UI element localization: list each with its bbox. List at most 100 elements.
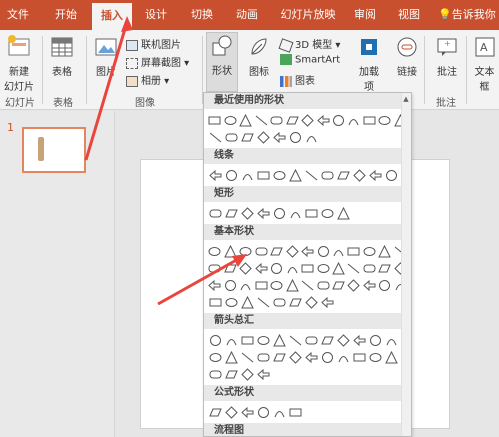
shape-icon[interactable]: [269, 244, 284, 260]
shape-icon[interactable]: [255, 206, 271, 222]
shape-icon[interactable]: [269, 261, 284, 277]
shape-icon[interactable]: [335, 206, 351, 222]
shape-icon[interactable]: [362, 261, 377, 277]
slide-thumbnail[interactable]: [22, 127, 86, 173]
scroll-up-icon[interactable]: ▲: [402, 95, 410, 103]
shape-icon[interactable]: [255, 295, 271, 311]
shape-icon[interactable]: [377, 113, 392, 129]
shape-icon[interactable]: [239, 168, 255, 184]
shape-icon[interactable]: [377, 278, 392, 294]
oval-shape-icon[interactable]: [238, 244, 253, 260]
picture-button[interactable]: 图片: [92, 34, 120, 78]
shape-icon[interactable]: [284, 278, 299, 294]
shape-icon[interactable]: [207, 113, 222, 129]
shape-icon[interactable]: [223, 405, 239, 421]
shape-icon[interactable]: [207, 244, 222, 260]
album-button[interactable]: 相册 ▾: [126, 72, 169, 87]
shape-icon[interactable]: [271, 405, 287, 421]
shape-icon[interactable]: [271, 130, 287, 146]
shape-icon[interactable]: [331, 113, 346, 129]
shape-icon[interactable]: [284, 244, 299, 260]
shape-icon[interactable]: [222, 261, 237, 277]
shape-icon[interactable]: [223, 350, 239, 366]
shape-icon[interactable]: [351, 168, 367, 184]
shape-icon[interactable]: [255, 168, 271, 184]
tab-review[interactable]: 审阅: [350, 0, 380, 30]
shape-icon[interactable]: [255, 405, 271, 421]
tab-transitions[interactable]: 切换: [184, 0, 220, 30]
shape-icon[interactable]: [367, 333, 383, 349]
shape-icon[interactable]: [271, 333, 287, 349]
shape-icon[interactable]: [362, 113, 377, 129]
icons-button[interactable]: 图标: [244, 34, 274, 78]
shape-icon[interactable]: [284, 261, 299, 277]
shape-icon[interactable]: [335, 168, 351, 184]
tab-animations[interactable]: 动画: [228, 0, 266, 30]
online-picture-button[interactable]: 联机图片: [126, 36, 181, 51]
3d-model-button[interactable]: 3D 模型 ▾: [278, 36, 340, 53]
shape-icon[interactable]: [207, 295, 223, 311]
shape-icon[interactable]: [287, 295, 303, 311]
shape-icon[interactable]: [223, 295, 239, 311]
shape-icon[interactable]: [315, 278, 330, 294]
shape-icon[interactable]: [335, 333, 351, 349]
shape-icon[interactable]: [253, 244, 268, 260]
shape-icon[interactable]: [335, 350, 351, 366]
screenshot-button[interactable]: 屏幕截图 ▾: [126, 54, 189, 69]
tab-home[interactable]: 开始: [46, 0, 86, 30]
shape-icon[interactable]: [223, 367, 239, 383]
shape-icon[interactable]: [253, 113, 268, 129]
shape-icon[interactable]: [300, 113, 315, 129]
shape-icon[interactable]: [223, 130, 239, 146]
shape-icon[interactable]: [207, 405, 223, 421]
shape-icon[interactable]: [303, 333, 319, 349]
shape-icon[interactable]: [303, 130, 319, 146]
shape-icon[interactable]: [207, 278, 222, 294]
shape-icon[interactable]: [303, 168, 319, 184]
shape-icon[interactable]: [319, 350, 335, 366]
shape-icon[interactable]: [300, 278, 315, 294]
shape-icon[interactable]: [207, 130, 223, 146]
comment-button[interactable]: + 批注: [432, 34, 462, 78]
shape-icon[interactable]: [207, 206, 223, 222]
chart-button[interactable]: 图表: [280, 72, 315, 87]
shape-icon[interactable]: [367, 168, 383, 184]
gallery-scrollbar[interactable]: ▲: [401, 93, 411, 436]
shape-icon[interactable]: [362, 278, 377, 294]
shape-icon[interactable]: [255, 130, 271, 146]
shape-icon[interactable]: [331, 261, 346, 277]
tab-view[interactable]: 视图: [392, 0, 426, 30]
shape-icon[interactable]: [269, 278, 284, 294]
shape-icon[interactable]: [383, 350, 399, 366]
shape-icon[interactable]: [287, 130, 303, 146]
shape-icon[interactable]: [303, 350, 319, 366]
shape-icon[interactable]: [239, 333, 255, 349]
shape-icon[interactable]: [315, 113, 330, 129]
shape-icon[interactable]: [346, 113, 361, 129]
smartart-button[interactable]: SmartArt: [280, 54, 340, 66]
shape-icon[interactable]: [271, 206, 287, 222]
shape-icon[interactable]: [222, 113, 237, 129]
shape-icon[interactable]: [239, 367, 255, 383]
shape-icon[interactable]: [239, 405, 255, 421]
shape-icon[interactable]: [207, 333, 223, 349]
shape-icon[interactable]: [319, 295, 335, 311]
shape-icon[interactable]: [287, 206, 303, 222]
shape-icon[interactable]: [300, 244, 315, 260]
shape-icon[interactable]: [287, 350, 303, 366]
new-slide-button[interactable]: 新建 幻灯片: [2, 34, 36, 93]
shape-icon[interactable]: [223, 333, 239, 349]
tab-insert[interactable]: 插入: [92, 3, 132, 30]
shape-icon[interactable]: [238, 278, 253, 294]
shape-icon[interactable]: [253, 278, 268, 294]
shape-icon[interactable]: [319, 333, 335, 349]
shape-icon[interactable]: [377, 261, 392, 277]
tell-me-search[interactable]: 💡告诉我你: [438, 0, 499, 30]
addins-button[interactable]: 加载 项: [354, 34, 384, 93]
shape-icon[interactable]: [303, 206, 319, 222]
shape-icon[interactable]: [377, 244, 392, 260]
shapes-button[interactable]: 形状: [206, 32, 238, 92]
shape-icon[interactable]: [346, 261, 361, 277]
shape-icon[interactable]: [271, 168, 287, 184]
shape-icon[interactable]: [222, 244, 237, 260]
